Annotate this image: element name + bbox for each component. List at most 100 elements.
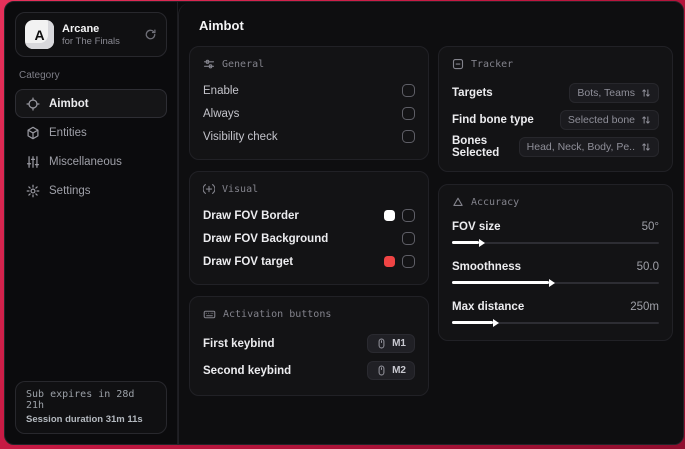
slider-value: 50° (641, 220, 659, 233)
keybind-value: M2 (392, 365, 406, 376)
swap-vertical-icon (641, 142, 651, 152)
setting-row-draw-fov-border: Draw FOV Border (203, 204, 415, 227)
category-nav: Aimbot Entities Miscellaneous Settings (15, 89, 167, 205)
sidebar-item-aimbot[interactable]: Aimbot (15, 89, 167, 118)
setting-label: Enable (203, 84, 239, 97)
main-content: Aimbot General Enable Always Visibility … (178, 3, 683, 444)
setting-label: Visibility check (203, 130, 278, 143)
left-column: General Enable Always Visibility check V… (189, 46, 429, 396)
sidebar-item-label: Miscellaneous (49, 155, 122, 168)
sidebar-item-entities[interactable]: Entities (15, 118, 167, 147)
accuracy-card: Accuracy FOV size 50° Smoothness 50.0 Ma… (438, 184, 673, 341)
app-logo: A (25, 20, 54, 49)
sidebar-item-settings[interactable]: Settings (15, 176, 167, 205)
fov-border-color-swatch[interactable] (384, 210, 395, 221)
first-keybind-button[interactable]: M1 (367, 334, 415, 353)
gear-icon (26, 184, 40, 198)
targets-dropdown[interactable]: Bots, Teams (569, 82, 659, 103)
setting-label: Draw FOV target (203, 255, 294, 268)
slider-value: 50.0 (636, 260, 659, 273)
fov-size-slider[interactable] (452, 238, 659, 247)
subscription-status-card: Sub expires in 28d 21h Session duration … (15, 381, 167, 434)
max-distance-slider-group: Max distance 250m (452, 297, 659, 327)
tracker-card-header: Tracker (452, 58, 659, 70)
max-distance-slider[interactable] (452, 318, 659, 327)
keybind-value: M1 (392, 338, 406, 349)
visual-card-header: Visual (203, 183, 415, 195)
row-controls (384, 255, 415, 268)
slider-value: 250m (630, 300, 659, 313)
slider-fill (452, 321, 494, 324)
setting-row-enable: Enable (203, 79, 415, 102)
tracker-card: Tracker Targets Bots, Teams Find bone ty… (438, 46, 673, 172)
general-card-header: General (203, 58, 415, 70)
slider-header: FOV size 50° (452, 217, 659, 236)
setting-label: Draw FOV Background (203, 232, 329, 245)
card-title: General (222, 58, 265, 70)
visibility-check-checkbox[interactable] (402, 130, 415, 143)
setting-row-find-bone-type: Find bone type Selected bone (452, 106, 659, 133)
sliders-vertical-icon (26, 155, 40, 169)
swap-vertical-icon (641, 115, 651, 125)
brand-text: Arcane for The Finals (62, 23, 136, 47)
triangle-icon (452, 196, 464, 208)
setting-label: Draw FOV Border (203, 209, 299, 222)
app-name: Arcane (62, 22, 100, 35)
setting-label: Find bone type (452, 113, 534, 126)
sub-expiry-text: Sub expires in 28d 21h (26, 389, 135, 411)
draw-fov-background-checkbox[interactable] (402, 232, 415, 245)
swap-vertical-icon (641, 88, 651, 98)
activation-card-header: Activation buttons (203, 308, 415, 321)
setting-label: Max distance (452, 300, 525, 313)
right-column: Tracker Targets Bots, Teams Find bone ty… (438, 46, 673, 396)
mouse-icon (376, 338, 387, 349)
general-card: General Enable Always Visibility check (189, 46, 429, 160)
brand-card: A Arcane for The Finals (15, 12, 167, 57)
sliders-horizontal-icon (203, 58, 215, 70)
setting-label: Targets (452, 86, 493, 99)
draw-fov-target-checkbox[interactable] (402, 255, 415, 268)
settings-columns: General Enable Always Visibility check V… (189, 46, 673, 396)
accuracy-card-header: Accuracy (452, 196, 659, 208)
slider-header: Smoothness 50.0 (452, 257, 659, 276)
slider-fill (452, 281, 550, 284)
page-title: Aimbot (199, 18, 244, 33)
cube-icon (26, 126, 40, 140)
card-title: Accuracy (471, 196, 520, 208)
second-keybind-button[interactable]: M2 (367, 361, 415, 380)
setting-label: FOV size (452, 220, 501, 233)
smoothness-slider-group: Smoothness 50.0 (452, 257, 659, 287)
mouse-icon (376, 365, 387, 376)
find-bone-type-dropdown[interactable]: Selected bone (559, 109, 659, 130)
draw-fov-border-checkbox[interactable] (402, 209, 415, 222)
setting-row-always: Always (203, 102, 415, 125)
app-subtitle: for The Finals (62, 35, 120, 47)
setting-row-visibility-check: Visibility check (203, 125, 415, 148)
setting-row-bones-selected: Bones Selected Head, Neck, Body, Pe.. (452, 133, 659, 160)
always-checkbox[interactable] (402, 107, 415, 120)
dropdown-value: Bots, Teams (577, 86, 635, 99)
dropdown-value: Selected bone (567, 113, 635, 126)
setting-label: Second keybind (203, 364, 292, 377)
smoothness-slider[interactable] (452, 278, 659, 287)
fov-size-slider-group: FOV size 50° (452, 217, 659, 247)
app-window: A Arcane for The Finals Category Aimbot (4, 1, 684, 445)
session-duration-text: Session duration 31m 11s (26, 414, 143, 425)
box-select-icon (452, 58, 464, 70)
card-title: Visual (222, 183, 259, 195)
fov-target-color-swatch[interactable] (384, 256, 395, 267)
card-title: Activation buttons (223, 309, 332, 320)
setting-row-draw-fov-target: Draw FOV target (203, 250, 415, 273)
refresh-icon[interactable] (144, 28, 157, 41)
bones-selected-dropdown[interactable]: Head, Neck, Body, Pe.. (518, 136, 659, 157)
sidebar-item-label: Aimbot (49, 97, 89, 110)
setting-row-targets: Targets Bots, Teams (452, 79, 659, 106)
sidebar-item-miscellaneous[interactable]: Miscellaneous (15, 147, 167, 176)
setting-row-first-keybind: First keybind M1 (203, 330, 415, 357)
setting-label: Smoothness (452, 260, 522, 273)
row-controls (384, 209, 415, 222)
enable-checkbox[interactable] (402, 84, 415, 97)
sidebar-item-label: Settings (49, 184, 91, 197)
keyboard-icon (203, 308, 216, 321)
